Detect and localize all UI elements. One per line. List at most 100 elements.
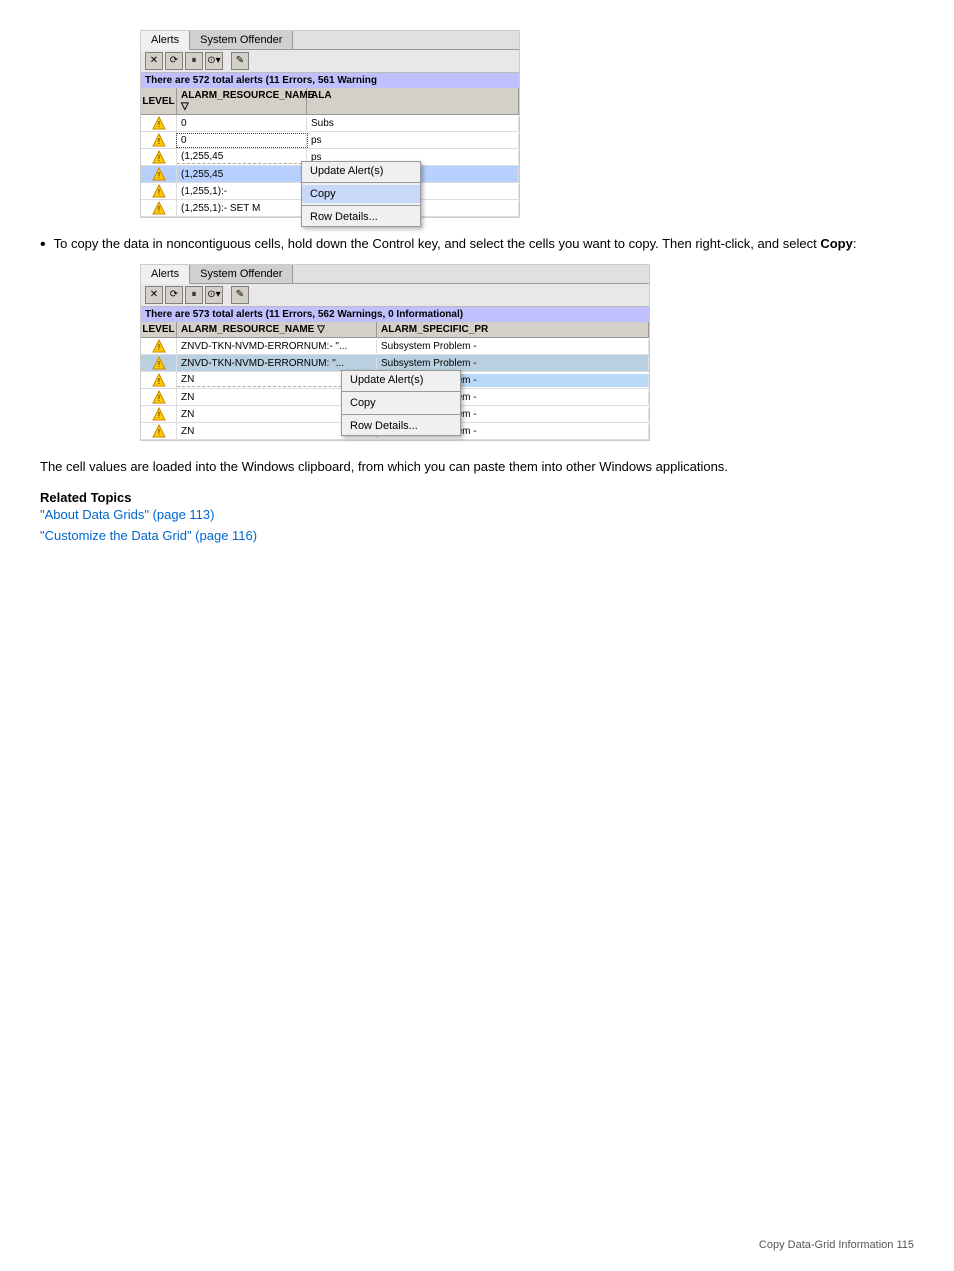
edit-btn-1[interactable]: ✎	[231, 52, 249, 70]
context-update-alerts-2[interactable]: Update Alert(s)	[342, 371, 460, 389]
svg-text:!: !	[157, 137, 159, 146]
separator-1	[302, 182, 420, 183]
edit-icon: ✎	[236, 56, 244, 66]
tab-system-offender-1[interactable]: System Offender	[190, 31, 293, 49]
close-btn-1[interactable]: ✕	[145, 52, 163, 70]
svg-text:!: !	[157, 154, 159, 163]
svg-text:!: !	[157, 343, 159, 352]
col-level-2: LEVEL	[141, 322, 177, 337]
edit-icon: ✎	[236, 290, 244, 300]
view-btn-2[interactable]: ⊙▾	[205, 286, 223, 304]
context-copy-2[interactable]: Copy	[342, 394, 460, 412]
pause-btn-2[interactable]: ⏸	[185, 286, 203, 304]
context-menu-2: Update Alert(s) Copy Row Details...	[341, 370, 461, 436]
cell-extra: Subs	[307, 117, 519, 130]
warning-icon: !	[152, 356, 166, 370]
context-copy-1[interactable]: Copy	[302, 185, 420, 203]
warning-icon: !	[152, 133, 166, 147]
separator-2	[302, 205, 420, 206]
svg-text:!: !	[157, 428, 159, 437]
cell-name: 0	[177, 134, 307, 147]
refresh-btn-1[interactable]: ⟳	[165, 52, 183, 70]
related-link-2[interactable]: "Customize the Data Grid" (page 116)	[40, 526, 914, 547]
refresh-icon: ⟳	[170, 290, 178, 300]
table-row[interactable]: ! ZNVD-TKN-NVMD-ERRORNUM:- "... Subsyste…	[141, 338, 649, 355]
tab-system-offender-2[interactable]: System Offender	[190, 265, 293, 283]
cell-level: !	[141, 389, 177, 405]
warning-icon: !	[152, 390, 166, 404]
tab-alerts-1[interactable]: Alerts	[141, 31, 190, 50]
grid-body-2: ! ZNVD-TKN-NVMD-ERRORNUM:- "... Subsyste…	[141, 338, 649, 440]
separator-3	[342, 391, 460, 392]
warning-icon: !	[152, 167, 166, 181]
warning-icon: !	[152, 339, 166, 353]
col-alarm-specific-2: ALARM_SPECIFIC_PR	[377, 322, 649, 337]
tab-bar-1: Alerts System Offender	[141, 31, 519, 50]
view-btn-1[interactable]: ⊙▾	[205, 52, 223, 70]
bold-copy-label: Copy	[820, 236, 853, 251]
cell-level: !	[141, 115, 177, 131]
warning-icon: !	[152, 373, 166, 387]
view-icon: ⊙▾	[207, 56, 220, 66]
context-row-details-1[interactable]: Row Details...	[302, 208, 420, 226]
refresh-icon: ⟳	[170, 56, 178, 66]
close-icon: ✕	[150, 290, 158, 300]
grid-body-1: ! 0 Subs ! 0 ps ! (1,255,45 ps	[141, 115, 519, 217]
cell-level: !	[141, 338, 177, 354]
pause-icon: ⏸	[192, 290, 197, 300]
tab-bar-2: Alerts System Offender	[141, 265, 649, 284]
cell-level: !	[141, 166, 177, 182]
cell-name: ZNVD-TKN-NVMD-ERRORNUM:- "...	[177, 340, 377, 353]
pause-btn-1[interactable]: ⏸	[185, 52, 203, 70]
col-ala-1: ALA	[307, 88, 519, 114]
cell-extra: Subsystem Problem -	[377, 357, 649, 370]
cell-name: (1,255,45	[177, 150, 307, 164]
cell-extra: Subsystem Problem -	[377, 340, 649, 353]
refresh-btn-2[interactable]: ⟳	[165, 286, 183, 304]
screenshot2: Alerts System Offender ✕ ⟳ ⏸ ⊙▾ ✎ There …	[140, 264, 650, 441]
cell-level: !	[141, 423, 177, 439]
tab-alerts-2[interactable]: Alerts	[141, 265, 190, 284]
related-link-1[interactable]: "About Data Grids" (page 113)	[40, 505, 914, 526]
warning-icon: !	[152, 407, 166, 421]
bullet-dot-1: •	[40, 236, 46, 254]
svg-text:!: !	[157, 394, 159, 403]
cell-level: !	[141, 200, 177, 216]
page-footer: Copy Data-Grid Information 115	[759, 1239, 914, 1251]
body-text: The cell values are loaded into the Wind…	[40, 457, 914, 478]
cell-level: !	[141, 149, 177, 165]
warning-icon: !	[152, 184, 166, 198]
bullet-text-1: To copy the data in noncontiguous cells,…	[54, 234, 857, 254]
cell-name: (1,255,45	[177, 168, 307, 181]
table-row[interactable]: ! 0 ps	[141, 132, 519, 149]
svg-text:!: !	[157, 411, 159, 420]
alert-summary-2: There are 573 total alerts (11 Errors, 5…	[141, 307, 649, 322]
cell-name: ZNVD-TKN-NVMD-ERRORNUM: "...	[177, 357, 377, 370]
warning-icon: !	[152, 150, 166, 164]
related-topics-title: Related Topics	[40, 490, 914, 505]
warning-icon: !	[152, 424, 166, 438]
svg-text:!: !	[157, 171, 159, 180]
svg-text:!: !	[157, 360, 159, 369]
alert-summary-1: There are 572 total alerts (11 Errors, 5…	[141, 73, 519, 88]
close-btn-2[interactable]: ✕	[145, 286, 163, 304]
related-topics: Related Topics "About Data Grids" (page …	[40, 490, 914, 547]
context-row-details-2[interactable]: Row Details...	[342, 417, 460, 435]
toolbar-1: ✕ ⟳ ⏸ ⊙▾ ✎	[141, 50, 519, 73]
pause-icon: ⏸	[192, 56, 197, 66]
page-content: Alerts System Offender ✕ ⟳ ⏸ ⊙▾ ✎ There …	[40, 30, 914, 546]
svg-text:!: !	[157, 188, 159, 197]
col-alarm-name-2: ALARM_RESOURCE_NAME ▽	[177, 322, 377, 337]
cell-level: !	[141, 132, 177, 148]
context-update-alerts-1[interactable]: Update Alert(s)	[302, 162, 420, 180]
edit-btn-2[interactable]: ✎	[231, 286, 249, 304]
table-row[interactable]: ! 0 Subs	[141, 115, 519, 132]
cell-extra: ps	[307, 134, 519, 147]
cell-level: !	[141, 355, 177, 371]
cell-level: !	[141, 183, 177, 199]
cell-level: !	[141, 406, 177, 422]
view-icon: ⊙▾	[207, 290, 220, 300]
separator-4	[342, 414, 460, 415]
close-icon: ✕	[150, 56, 158, 66]
screenshot1: Alerts System Offender ✕ ⟳ ⏸ ⊙▾ ✎ There …	[140, 30, 520, 218]
